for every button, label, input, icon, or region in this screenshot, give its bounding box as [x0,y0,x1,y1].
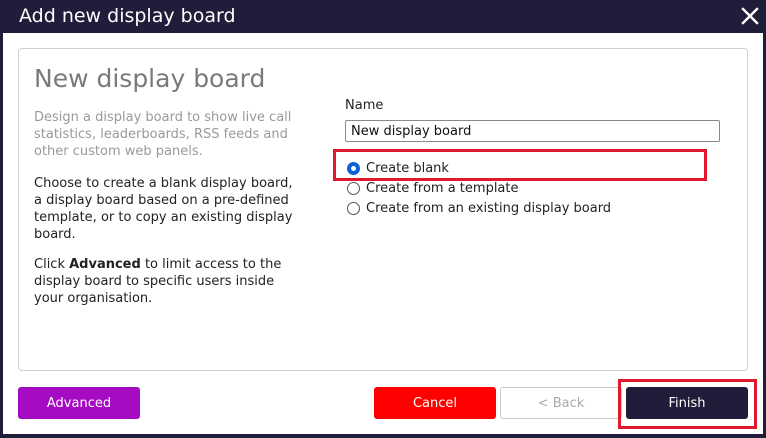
intro-text: Design a display board to show live call… [34,110,292,159]
advanced-hint-bold: Advanced [69,257,141,272]
dialog-body: New display board Design a display board… [3,33,763,434]
instructions-text: Choose to create a blank display board, … [34,176,293,242]
close-icon[interactable] [740,6,760,26]
radio-create-from-template[interactable] [347,181,360,195]
option-create-from-existing[interactable]: Create from an existing display board [347,199,611,217]
name-label: Name [345,98,384,113]
back-button[interactable]: < Back [500,387,622,419]
option-label: Create from an existing display board [366,200,612,216]
panel-heading: New display board [34,64,266,93]
name-input[interactable] [345,120,720,142]
radio-create-from-existing[interactable] [347,201,360,215]
content-panel: New display board Design a display board… [18,48,748,371]
option-create-from-template[interactable]: Create from a template [347,179,519,197]
advanced-hint-text: Click Advanced to limit access to the di… [34,257,282,306]
dialog-title: Add new display board [19,5,236,27]
radio-create-blank[interactable] [347,161,360,175]
option-label: Create blank [366,160,449,176]
add-display-board-dialog: Add new display board New display board … [0,0,766,438]
cancel-button[interactable]: Cancel [374,387,496,419]
finish-button[interactable]: Finish [626,387,748,419]
title-bar: Add new display board [0,0,766,33]
advanced-button[interactable]: Advanced [18,387,140,419]
option-create-blank[interactable]: Create blank [347,159,449,177]
option-label: Create from a template [366,180,519,196]
